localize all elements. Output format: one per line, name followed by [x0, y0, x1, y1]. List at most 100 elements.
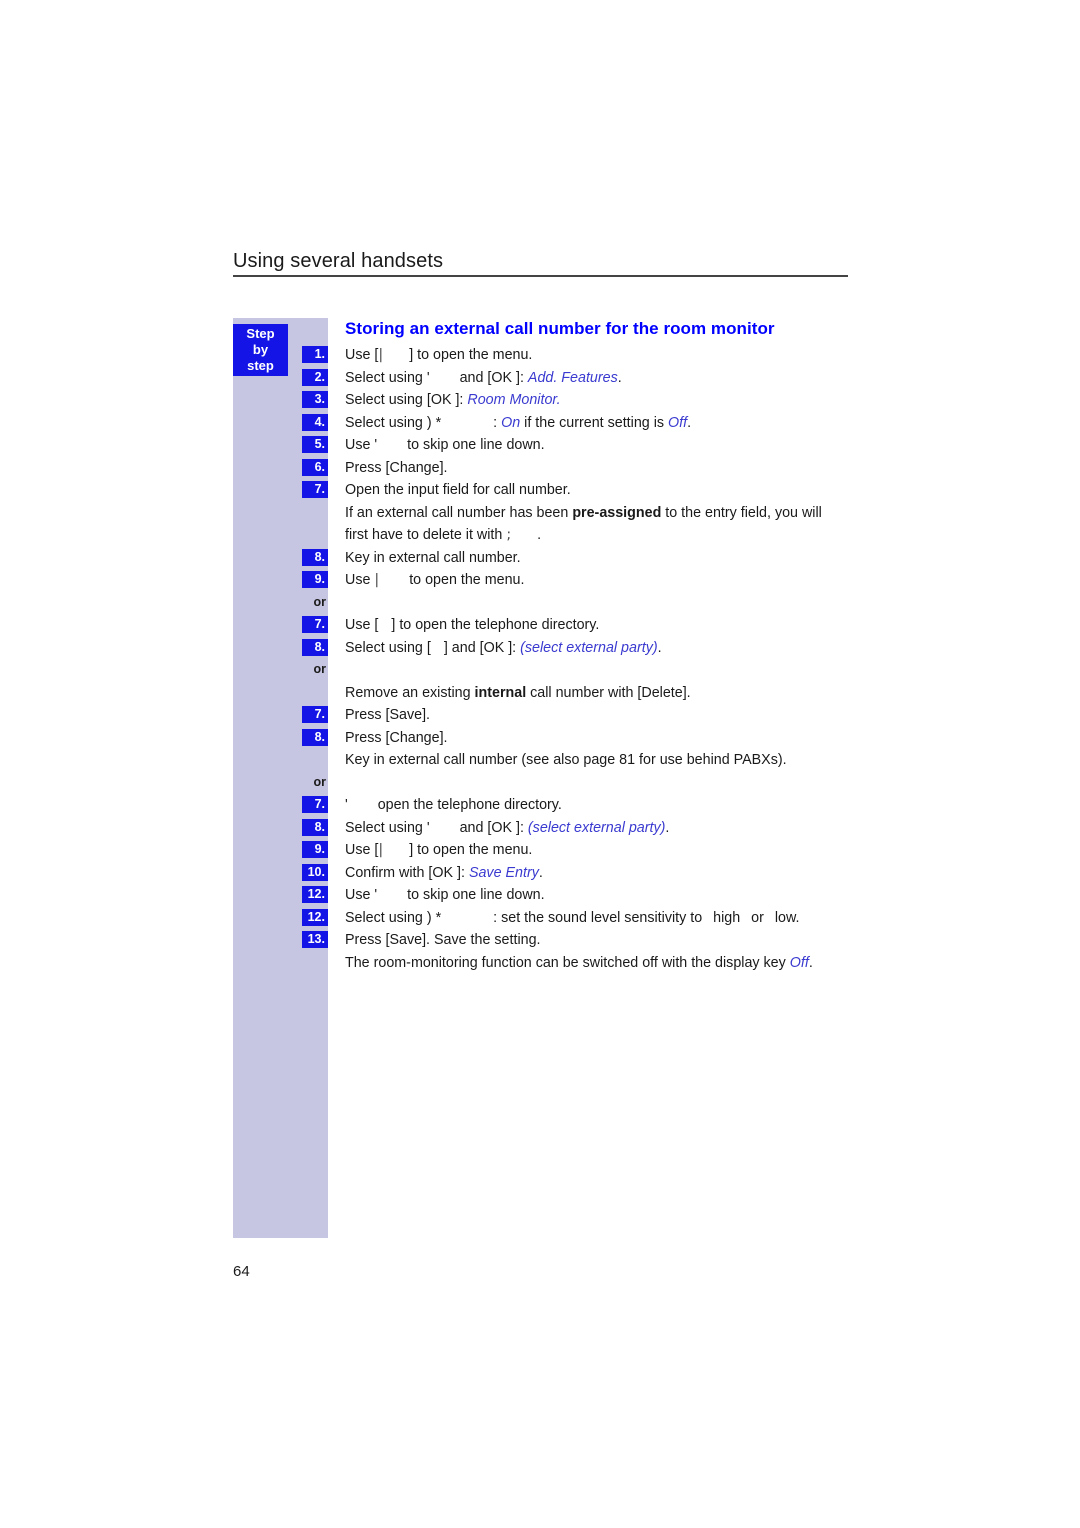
step-marker-cell: 7. — [233, 794, 328, 817]
emphasis-text: internal — [474, 684, 527, 701]
step-instruction-text: The room-monitoring function can be swit… — [328, 952, 848, 975]
plain-text: Use [ — [345, 347, 379, 363]
procedure-step-row: 8. Press [Change]. — [233, 727, 848, 750]
procedure-step-row: 2. Select using ' and [OK ]: Add. Feature… — [233, 367, 848, 390]
step-number-badge: 7. — [302, 706, 328, 723]
procedure-step-row: 9. Use | to open the menu. — [233, 569, 848, 592]
step-number-badge: 5. — [302, 436, 328, 453]
procedure-step-row: 8. Select using ' and [OK ]: (select exte… — [233, 817, 848, 840]
procedure-step-row: 9. Use [|] to open the menu. — [233, 839, 848, 862]
step-number-badge: 1. — [302, 346, 328, 363]
plain-text: Use ' — [345, 887, 378, 903]
step-marker-cell: 3. — [233, 389, 328, 412]
plain-text: or — [751, 909, 768, 926]
alternative-separator-row: or — [233, 592, 848, 615]
step-instruction-text: Key in external call number (see also pa… — [328, 749, 848, 772]
plain-text: . — [657, 639, 662, 656]
or-label: or — [313, 662, 327, 676]
procedure-step-row: 6. Press [Change]. — [233, 457, 848, 480]
step-number-badge: 7. — [302, 481, 328, 498]
procedure-step-row: 8. Select using [] and [OK ]: (select ext… — [233, 637, 848, 660]
step-instruction-text: Press [Change]. — [328, 457, 848, 480]
procedure-step-row: 10. Confirm with [OK ]: Save Entry. — [233, 862, 848, 885]
step-marker-cell — [233, 502, 328, 525]
step-number-badge: 8. — [302, 728, 328, 746]
step-marker-cell: 7. — [233, 704, 328, 727]
step-marker-cell: 8. — [233, 637, 328, 660]
plain-text: Remove an existing — [345, 684, 475, 701]
plain-text: . — [538, 864, 543, 881]
step-marker-cell: 7. — [233, 479, 328, 502]
procedure-step-row: 7. Press [Save]. — [233, 704, 848, 727]
plain-text: . — [617, 369, 622, 386]
step-marker-cell: 8. — [233, 817, 328, 840]
step-number-badge: 8. — [302, 818, 328, 836]
step-marker-cell — [233, 682, 328, 705]
step-number-badge: 3. — [302, 391, 328, 408]
procedure-step-row: 7. Use [] to open the telephone directory… — [233, 614, 848, 637]
step-instruction-text: Use | to open the menu. — [328, 569, 848, 592]
step-number-badge: 7. — [302, 796, 328, 813]
plain-text: open the telephone directory. — [373, 797, 562, 813]
plain-text: Press [Change]. — [345, 459, 448, 476]
step-number-badge: 4. — [302, 413, 328, 431]
plain-text: Select using ' — [345, 819, 430, 836]
step-number-badge: 8. — [302, 638, 328, 656]
step-marker-cell: or — [233, 659, 328, 682]
plain-text: ] to open the menu. — [409, 347, 533, 363]
step-instruction-text: Select using [OK ]: Room Monitor. — [328, 389, 848, 412]
procedure-step-row: 3. Select using [OK ]: Room Monitor. — [233, 389, 848, 412]
display-key-text: Room Monitor. — [467, 392, 561, 408]
step-number-badge: 9. — [302, 841, 328, 858]
procedure-step-row: 7. Open the input field for call number. — [233, 479, 848, 502]
procedure-step-list: 1. Use [|] to open the menu. 2. Select usin… — [233, 344, 848, 974]
plain-text: if the current setting is — [520, 414, 668, 431]
plain-text: Press [Save]. — [345, 707, 431, 723]
plain-text: Key in external call number. — [345, 549, 521, 566]
plain-text: If an external call number has been — [345, 504, 573, 521]
procedure-step-row: 7. ' open the telephone directory. — [233, 794, 848, 817]
step-number-badge: 12. — [302, 886, 328, 903]
step-instruction-text: Confirm with [OK ]: Save Entry. — [328, 862, 848, 885]
step-marker-cell: or — [233, 772, 328, 795]
step-number-badge: 9. — [302, 571, 328, 588]
plain-text: Confirm with [OK ]: — [345, 864, 469, 881]
step-marker-cell — [233, 952, 328, 975]
running-head: Using several handsets — [233, 249, 848, 277]
step-marker-cell: 1. — [233, 344, 328, 367]
display-key-text: Save Entry — [468, 864, 539, 881]
plain-text: to open the menu. — [405, 572, 525, 588]
step-marker-cell: 12. — [233, 907, 328, 930]
plain-text: : set the sound level sensitivity to — [493, 909, 707, 926]
plain-text: low. — [774, 909, 800, 926]
procedure-step-row: Key in external call number (see also pa… — [233, 749, 848, 772]
step-marker-cell: 6. — [233, 457, 328, 480]
procedure-step-row: 12. Use ' to skip one line down. — [233, 884, 848, 907]
step-marker-cell: 10. — [233, 862, 328, 885]
display-key-text: Off — [789, 954, 809, 971]
plain-text: . — [665, 819, 670, 836]
badge-line-1: Step — [246, 326, 275, 341]
step-number-badge: 6. — [302, 458, 328, 476]
key-symbol-glyph: | — [378, 347, 384, 363]
display-key-text: On — [501, 414, 521, 431]
display-key-text: (select external party) — [520, 639, 658, 656]
manual-page: Using several handsets Step by step Stor… — [0, 0, 1080, 1528]
plain-text: to skip one line down. — [403, 437, 545, 453]
plain-text: Use — [345, 572, 375, 588]
step-instruction-text: Use ' to skip one line down. — [328, 884, 848, 907]
step-number-badge: 7. — [302, 616, 328, 633]
step-instruction-text: Use [| ] to open the menu. — [328, 344, 848, 367]
key-symbol-glyph: | — [374, 572, 380, 588]
alternative-separator-row: or — [233, 659, 848, 682]
plain-text: . — [808, 954, 813, 971]
step-instruction-text: If an external call number has been pre-… — [328, 502, 848, 547]
alternative-separator-row: or — [233, 772, 848, 795]
step-marker-cell: 7. — [233, 614, 328, 637]
plain-text: ] to open the telephone directory. — [391, 617, 600, 633]
step-marker-cell: 5. — [233, 434, 328, 457]
procedure-step-row: 12. Select using ) *: set the sound level… — [233, 907, 848, 930]
plain-text: Select using ) * — [345, 414, 442, 431]
step-instruction-text: Press [Save]. — [328, 704, 848, 727]
plain-text: and [OK ]: — [455, 819, 528, 836]
